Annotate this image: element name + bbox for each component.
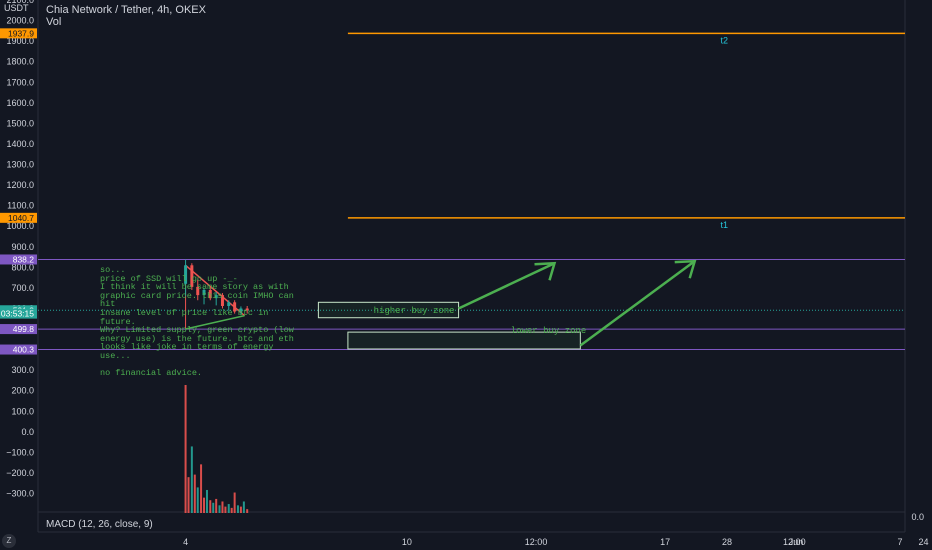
y-tick-label: −200.0	[6, 468, 34, 478]
volume-bar	[215, 498, 218, 513]
y-tick-label: 200.0	[11, 386, 34, 396]
zoom-button[interactable]: Z	[2, 534, 16, 548]
projection-arrow	[579, 260, 696, 347]
x-tick-label: 17	[660, 537, 670, 547]
y-tick-label: 300.0	[11, 365, 34, 375]
volume-legend[interactable]: Vol	[46, 16, 61, 28]
y-tick-label: 2000.0	[6, 16, 34, 26]
y-tick-label: −100.0	[6, 447, 34, 457]
volume-bar	[203, 497, 206, 513]
y-tick-label: 1300.0	[6, 160, 34, 170]
volume-bar	[187, 477, 190, 513]
x-tick-label: 24	[918, 537, 928, 547]
volume-bar	[236, 505, 239, 513]
y-tick-label: 1700.0	[6, 77, 34, 87]
y-tick-label: 1400.0	[6, 139, 34, 149]
volume-bar	[200, 464, 203, 513]
target-label: t2	[720, 35, 728, 45]
y-tick-label: 700.0	[11, 283, 34, 293]
zone-label: lower buy zone	[511, 326, 587, 336]
volume-bar	[205, 489, 208, 513]
x-tick-label: Jun	[789, 537, 804, 547]
volume-bar	[218, 505, 221, 513]
volume-bar	[193, 474, 196, 513]
x-tick-label: 28	[722, 537, 732, 547]
macd-zero-label: 0.0	[911, 512, 924, 522]
y-tick-label: 100.0	[11, 406, 34, 416]
x-tick-label: 4	[183, 537, 188, 547]
volume-bar	[242, 501, 245, 513]
volume-bar	[190, 446, 193, 513]
price-badge-label: 03:53:15	[1, 309, 34, 319]
zone-label: higher buy zone	[374, 306, 455, 316]
y-tick-label: 1500.0	[6, 118, 34, 128]
volume-bar	[227, 504, 230, 513]
price-badge-label: 1937.9	[8, 28, 34, 38]
x-tick-label: 10	[402, 537, 412, 547]
volume-bar	[212, 502, 215, 513]
y-tick-label: 0.0	[21, 427, 34, 437]
price-badge-label: 400.3	[13, 345, 35, 355]
x-tick-label: 7	[897, 537, 902, 547]
y-tick-label: 1800.0	[6, 57, 34, 67]
projection-arrow	[458, 262, 556, 310]
price-badge-label: 838.2	[13, 254, 35, 264]
y-tick-label: 900.0	[11, 242, 34, 252]
volume-bar	[230, 507, 233, 513]
idea-note: so... price of SSD will go up -_- I thin…	[100, 265, 294, 379]
volume-bar	[184, 385, 187, 513]
target-label: t1	[720, 220, 728, 230]
y-tick-label: 1100.0	[7, 201, 34, 211]
price-badge-label: 499.8	[13, 324, 35, 334]
y-tick-label: 1200.0	[6, 180, 34, 190]
volume-bar	[209, 500, 212, 513]
volume-bar	[221, 501, 224, 513]
price-badge-label: 1040.7	[8, 213, 34, 223]
chart-title[interactable]: Chia Network / Tether, 4h, OKEX	[46, 4, 206, 16]
currency-unit: USDT	[4, 3, 29, 13]
macd-legend[interactable]: MACD (12, 26, close, 9)	[46, 519, 153, 530]
volume-bar	[239, 506, 242, 513]
volume-bar	[246, 509, 249, 513]
volume-bar	[233, 492, 236, 513]
y-tick-label: 1600.0	[6, 98, 34, 108]
volume-bar	[224, 506, 227, 513]
y-tick-label: −300.0	[6, 489, 34, 499]
x-tick-label: 12:00	[525, 537, 548, 547]
volume-bar	[196, 487, 199, 513]
